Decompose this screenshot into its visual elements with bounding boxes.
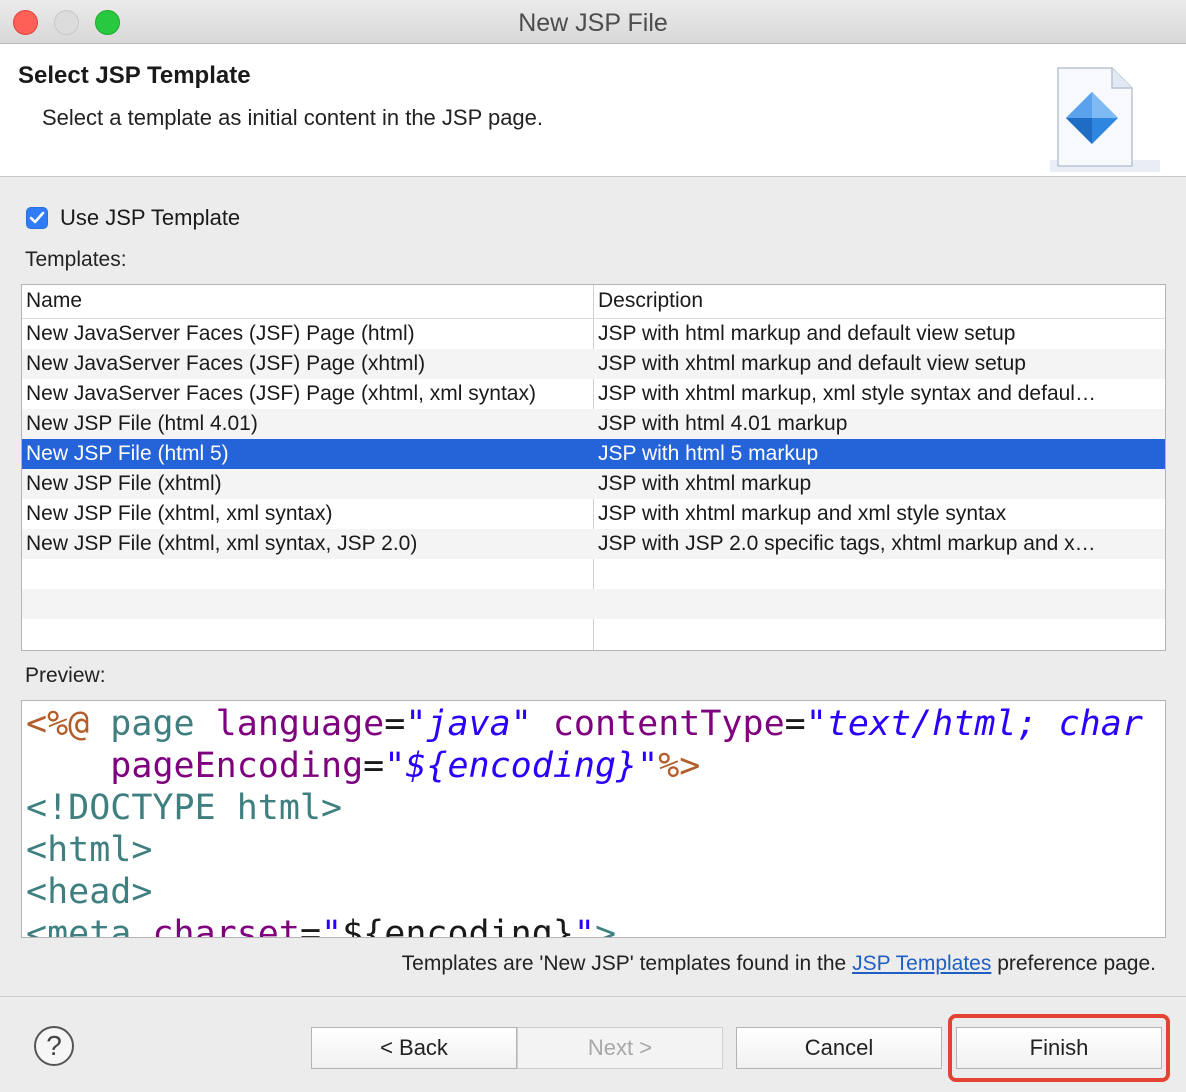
- code-token: java: [426, 704, 511, 744]
- code-token: =: [299, 914, 322, 938]
- table-body: New JavaServer Faces (JSF) Page (html) J…: [22, 319, 1165, 649]
- template-name: New JavaServer Faces (JSF) Page (xhtml): [26, 352, 426, 375]
- code-token: =: [363, 746, 385, 786]
- finish-button[interactable]: Finish: [956, 1027, 1162, 1069]
- template-name: New JSP File (html 4.01): [26, 412, 258, 435]
- column-header-name[interactable]: Name: [26, 289, 82, 313]
- code-token: ": [384, 746, 406, 786]
- checkmark-icon: [29, 211, 45, 224]
- code-token: =: [784, 704, 806, 744]
- code-token: ": [510, 704, 532, 744]
- template-description: JSP with html 5 markup: [598, 442, 819, 465]
- code-token: =: [384, 704, 406, 744]
- template-description: JSP with xhtml markup: [598, 472, 812, 495]
- back-button[interactable]: < Back: [311, 1027, 517, 1069]
- table-row[interactable]: New JavaServer Faces (JSF) Page (xhtml, …: [22, 379, 1165, 409]
- window-title: New JSP File: [518, 9, 668, 37]
- templates-note: Templates are 'New JSP' templates found …: [402, 952, 1156, 976]
- code-token: ": [321, 914, 343, 938]
- help-icon: ?: [46, 1030, 62, 1061]
- empty-row: [22, 589, 1165, 619]
- preview-code: <%@ page language="java" contentType="te…: [26, 703, 1143, 938]
- template-description: JSP with xhtml markup, xml style syntax …: [598, 382, 1096, 405]
- templates-table[interactable]: Name Description New JavaServer Faces (J…: [21, 284, 1166, 651]
- table-row[interactable]: New JSP File (xhtml, xml syntax, JSP 2.0…: [22, 529, 1165, 559]
- code-token: ": [637, 746, 659, 786]
- table-row[interactable]: New JavaServer Faces (JSF) Page (html) J…: [22, 319, 1165, 349]
- template-name: New JSP File (xhtml): [26, 472, 222, 495]
- template-preview[interactable]: <%@ page language="java" contentType="te…: [21, 700, 1166, 938]
- template-description: JSP with JSP 2.0 specific tags, xhtml ma…: [598, 532, 1096, 555]
- code-token: ": [405, 704, 427, 744]
- template-description: JSP with html markup and default view se…: [598, 322, 1016, 345]
- code-token: ": [573, 914, 595, 938]
- code-token: <!DOCTYPE html>: [26, 788, 343, 828]
- template-name: New JSP File (xhtml, xml syntax, JSP 2.0…: [26, 532, 418, 555]
- template-description: JSP with xhtml markup and default view s…: [598, 352, 1026, 375]
- divider: [0, 996, 1186, 997]
- table-row[interactable]: New JavaServer Faces (JSF) Page (xhtml) …: [22, 349, 1165, 379]
- templates-label: Templates:: [25, 248, 127, 271]
- code-token: <%@: [26, 704, 90, 744]
- table-row[interactable]: New JSP File (html 4.01) JSP with html 4…: [22, 409, 1165, 439]
- page-description: Select a template as initial content in …: [42, 105, 544, 130]
- code-token: page: [110, 704, 195, 744]
- template-name: New JSP File (xhtml, xml syntax): [26, 502, 333, 525]
- template-description: JSP with xhtml markup and xml style synt…: [598, 502, 1007, 525]
- cancel-button[interactable]: Cancel: [736, 1027, 942, 1069]
- code-token: >: [594, 914, 617, 938]
- next-button[interactable]: Next >: [517, 1027, 723, 1069]
- table-row[interactable]: New JSP File (xhtml) JSP with xhtml mark…: [22, 469, 1165, 499]
- jsp-templates-link[interactable]: JSP Templates: [852, 952, 991, 975]
- template-name: New JavaServer Faces (JSF) Page (xhtml, …: [26, 382, 536, 405]
- code-token: ": [805, 704, 827, 744]
- code-token: text/html; char: [826, 704, 1143, 744]
- preview-label: Preview:: [25, 664, 106, 687]
- note-text: Templates are 'New JSP' templates found …: [401, 952, 853, 975]
- code-token: <meta: [26, 914, 132, 938]
- empty-row: [22, 559, 1165, 589]
- code-token: <html>: [26, 830, 153, 870]
- template-name: New JavaServer Faces (JSF) Page (html): [26, 322, 415, 345]
- template-description: JSP with html 4.01 markup: [598, 412, 848, 435]
- table-row-selected[interactable]: New JSP File (html 5) JSP with html 5 ma…: [22, 439, 1165, 469]
- code-token: language: [215, 704, 385, 744]
- help-button[interactable]: ?: [34, 1026, 74, 1066]
- wizard-header: Select JSP Template Select a template as…: [0, 44, 1186, 177]
- jsp-file-diamond-icon: [1050, 67, 1160, 172]
- use-jsp-template-checkbox[interactable]: [26, 207, 48, 229]
- code-token: charset: [152, 914, 300, 938]
- code-token: ${encoding}: [342, 914, 574, 938]
- code-token: ${encoding}: [405, 746, 638, 786]
- column-header-description[interactable]: Description: [598, 289, 703, 313]
- code-token: pageEncoding: [110, 746, 364, 786]
- code-token: %>: [658, 746, 701, 786]
- page-title: Select JSP Template: [18, 62, 251, 89]
- table-header: Name Description: [22, 285, 1165, 319]
- table-row[interactable]: New JSP File (xhtml, xml syntax) JSP wit…: [22, 499, 1165, 529]
- use-jsp-template-label: Use JSP Template: [60, 205, 241, 230]
- code-token: contentType: [552, 704, 785, 744]
- title-bar: New JSP File: [0, 0, 1186, 44]
- note-text: preference page.: [991, 952, 1156, 975]
- use-jsp-template-row[interactable]: Use JSP Template: [26, 204, 240, 232]
- template-name: New JSP File (html 5): [26, 442, 229, 465]
- empty-row: [22, 619, 1165, 649]
- code-token: <head>: [26, 872, 153, 912]
